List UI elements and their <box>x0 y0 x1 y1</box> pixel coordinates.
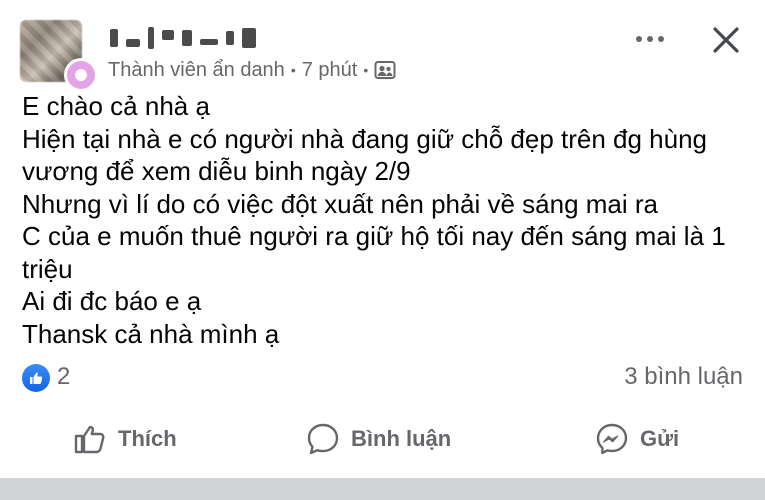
dot-icon <box>636 36 642 42</box>
post-time[interactable]: 7 phút <box>302 59 358 82</box>
comment-button[interactable]: Bình luận <box>305 418 451 460</box>
post-text-line: C của e muốn thuê người ra giữ hộ tối na… <box>22 221 733 284</box>
author-label[interactable]: Thành viên ẩn danh <box>108 59 285 82</box>
post-body: E chào cả nhà ạ Hiện tại nhà e có người … <box>22 90 747 350</box>
group-icon[interactable] <box>374 59 396 81</box>
reaction-count[interactable]: 2 <box>57 363 70 391</box>
post-text-line: Hiện tại nhà e có người nhà đang giữ chỗ… <box>22 123 715 187</box>
thumbs-up-icon <box>74 425 105 454</box>
meta-separator: • <box>363 62 369 78</box>
close-icon <box>713 27 739 53</box>
post-text-line: Nhưng vì lí do có việc đột xuất nên phải… <box>22 188 658 219</box>
author-name-redacted[interactable] <box>110 22 270 54</box>
comment-bubble-icon <box>307 423 339 455</box>
post-text-line: E chào cả nhà ạ <box>22 91 210 121</box>
comment-label: Bình luận <box>351 426 452 451</box>
like-reaction-icon[interactable] <box>22 364 50 392</box>
post-text-line: Ai đi đc báo e ạ <box>22 286 202 316</box>
messenger-icon <box>596 423 628 455</box>
more-options-button[interactable] <box>630 24 670 54</box>
send-label: Gửi <box>640 426 680 451</box>
dot-icon <box>647 36 653 42</box>
like-button[interactable]: Thích <box>72 418 177 460</box>
post-card: Thành viên ẩn danh • 7 phút • E chào cả … <box>0 0 765 478</box>
author-avatar[interactable] <box>20 20 98 92</box>
comment-count[interactable]: 3 bình luận <box>624 363 743 391</box>
send-messenger-button[interactable]: Gửi <box>594 418 679 460</box>
meta-separator: • <box>290 62 296 78</box>
close-button[interactable] <box>706 20 746 60</box>
like-label: Thích <box>118 426 177 451</box>
action-bar: Thích Bình luận Gửi <box>0 408 765 470</box>
post-text-line: Thansk cả nhà mình ạ <box>22 318 280 349</box>
anonymous-badge-icon <box>64 58 98 92</box>
post-meta: Thành viên ẩn danh • 7 phút • <box>108 57 396 83</box>
feed-divider <box>0 478 765 500</box>
dot-icon <box>658 36 664 42</box>
